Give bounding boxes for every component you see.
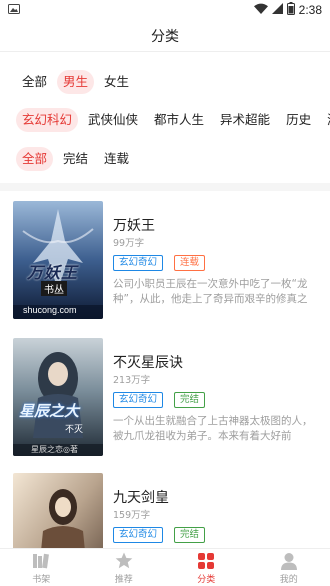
book-cover[interactable]: 万妖王 书丛 shucong.com	[13, 201, 103, 319]
book-description: 公司小职员王辰在一次意外中吃了一枚“龙种”，从此，他走上了奇异而艰辛的修真之路……	[113, 278, 308, 305]
status-time: 2:38	[298, 3, 322, 17]
tab-recommend-label: 推荐	[114, 574, 133, 585]
genre-tag: 玄幻奇幻	[113, 255, 164, 271]
star-icon	[114, 551, 134, 571]
filter-genre-xuanhuan[interactable]: 玄幻科幻	[16, 108, 79, 132]
filter-genre-dushi[interactable]: 都市人生	[148, 108, 210, 132]
filter-genre-history[interactable]: 历史	[280, 108, 317, 132]
bookshelf-icon	[31, 551, 51, 571]
person-icon	[279, 551, 299, 571]
status-left	[8, 3, 20, 17]
genre-filter-row: 玄幻科幻 武侠仙侠 都市人生 异术超能 历史 游戏	[0, 107, 330, 133]
book-word-count: 159万字	[113, 510, 151, 521]
book-title[interactable]: 万妖王	[113, 215, 155, 235]
cover-author-text: 星辰之恋◎著	[31, 445, 78, 454]
book-description: 一个从出生就融合了上古神器太极图的人，被九爪龙祖收为弟子。本来有着大好前程……	[113, 415, 313, 442]
filter-gender-all[interactable]: 全部	[16, 70, 53, 94]
status-tag: 完结	[174, 392, 206, 408]
genre-tag: 玄幻奇幻	[113, 392, 164, 408]
cover-publisher-text: 书丛	[41, 281, 67, 296]
cover-site-text: shucong.com	[23, 305, 77, 315]
status-tag: 连载	[174, 255, 206, 271]
cover-title-text: 星辰之大	[19, 402, 80, 420]
tab-category[interactable]: 分类	[165, 549, 248, 586]
filter-genre-yishu[interactable]: 异术超能	[214, 108, 276, 132]
signal-icon	[271, 3, 283, 17]
list-item[interactable]: 万妖王 书丛 shucong.com 万妖王 99万字 玄幻奇幻 连载 公司小职…	[0, 191, 330, 321]
battery-icon	[286, 2, 295, 18]
filter-status-serial[interactable]: 连载	[98, 147, 135, 171]
tab-bookshelf-label: 书架	[32, 574, 51, 585]
section-divider	[0, 183, 330, 191]
filter-status-all[interactable]: 全部	[16, 147, 54, 171]
page-title: 分类	[151, 28, 179, 45]
filter-status-finished[interactable]: 完结	[57, 147, 94, 171]
header: 分类	[0, 20, 330, 52]
tab-profile[interactable]: 我的	[248, 549, 330, 586]
filter-genre-wuxia[interactable]: 武侠仙侠	[82, 108, 144, 132]
filter-gender-male[interactable]: 男生	[57, 70, 95, 94]
book-list[interactable]: 万妖王 书丛 shucong.com 万妖王 99万字 玄幻奇幻 连载 公司小职…	[0, 191, 330, 548]
book-cover[interactable]	[13, 473, 103, 548]
book-word-count: 213万字	[113, 375, 151, 386]
list-item[interactable]: 九天剑皇 159万字 玄幻奇幻 完结	[0, 463, 330, 548]
book-word-count: 99万字	[113, 238, 145, 249]
tab-profile-label: 我的	[279, 574, 298, 585]
tab-category-label: 分类	[197, 574, 216, 585]
book-cover[interactable]: 星辰之大 不灭 星辰之恋◎著	[13, 338, 103, 456]
status-tag: 完结	[174, 527, 206, 543]
tab-recommend[interactable]: 推荐	[83, 549, 166, 586]
status-right: 2:38	[253, 2, 322, 18]
filter-gender-female[interactable]: 女生	[98, 70, 135, 94]
cover-title-text: 万妖王	[27, 263, 79, 282]
book-title[interactable]: 九天剑皇	[113, 487, 169, 507]
filter-genre-game[interactable]: 游戏	[321, 108, 330, 132]
cover-subtitle-text: 不灭	[65, 425, 84, 435]
status-filter-row: 全部 完结 连载	[0, 146, 330, 172]
genre-tag: 玄幻奇幻	[113, 527, 164, 543]
wifi-icon	[253, 3, 268, 17]
category-grid-icon	[196, 551, 216, 571]
tab-bookshelf[interactable]: 书架	[0, 549, 83, 586]
book-title[interactable]: 不灭星辰诀	[113, 352, 183, 372]
notification-image-icon	[8, 3, 20, 17]
bottom-tab-bar: 书架 推荐 分类 我的	[0, 548, 330, 586]
list-item[interactable]: 星辰之大 不灭 星辰之恋◎著 不灭星辰诀 213万字 玄幻奇幻 完结 一个从出生…	[0, 328, 330, 458]
gender-filter-row: 全部 男生 女生	[0, 69, 330, 95]
status-bar: 2:38	[0, 0, 330, 20]
